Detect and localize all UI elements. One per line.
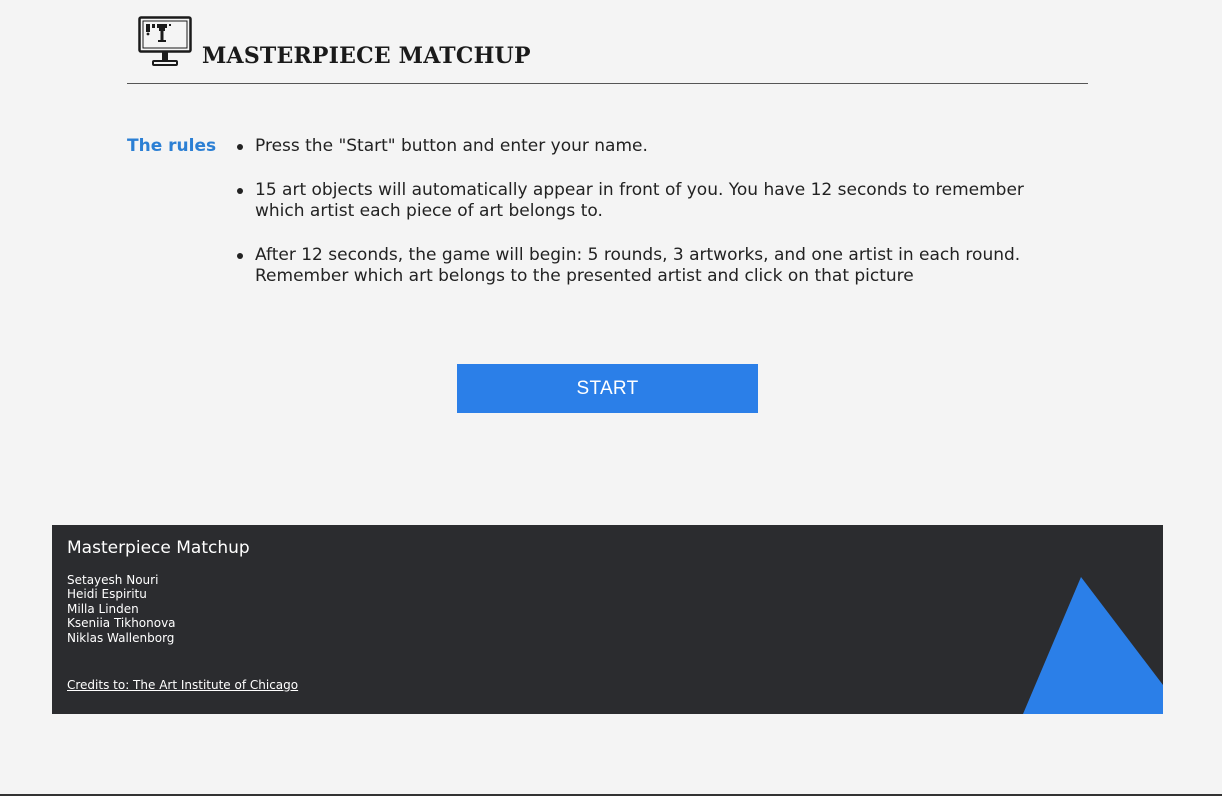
credits-link[interactable]: Credits to: The Art Institute of Chicago	[67, 678, 298, 692]
monitor-paintbrush-icon	[138, 16, 192, 68]
footer-title: Masterpiece Matchup	[67, 538, 250, 558]
bullet-icon	[237, 144, 243, 150]
team-member: Niklas Wallenborg	[67, 630, 175, 645]
rule-text: After 12 seconds, the game will begin: 5…	[255, 244, 1021, 287]
rule-item: After 12 seconds, the game will begin: 5…	[235, 245, 1065, 288]
bullet-icon	[237, 187, 243, 194]
rule-item: 15 art objects will automatically appear…	[235, 180, 1065, 223]
team-members-list: Setayesh Nouri Heidi Espiritu Milla Lind…	[67, 573, 176, 645]
site-title: MASTERPIECE MATCHUP	[202, 43, 531, 69]
start-button[interactable]: START	[457, 364, 758, 413]
site-footer: Masterpiece Matchup Setayesh Nouri Heidi…	[52, 525, 1163, 714]
rule-text: 15 art objects will automatically appear…	[255, 179, 1024, 222]
team-member: Milla Linden	[67, 601, 139, 616]
team-member: Heidi Espiritu	[67, 587, 147, 602]
rule-item: Press the "Start" button and enter your …	[235, 136, 1065, 158]
rules-list: Press the "Start" button and enter your …	[235, 136, 1065, 310]
team-member: Kseniia Tikhonova	[67, 616, 176, 631]
site-header: MASTERPIECE MATCHUP	[127, 14, 1088, 84]
team-member: Setayesh Nouri	[67, 573, 159, 587]
rule-text: Press the "Start" button and enter your …	[255, 136, 648, 156]
page: MASTERPIECE MATCHUP The rules Press the …	[0, 0, 1222, 796]
bullet-icon	[237, 252, 243, 259]
rules-heading: The rules	[127, 136, 217, 156]
